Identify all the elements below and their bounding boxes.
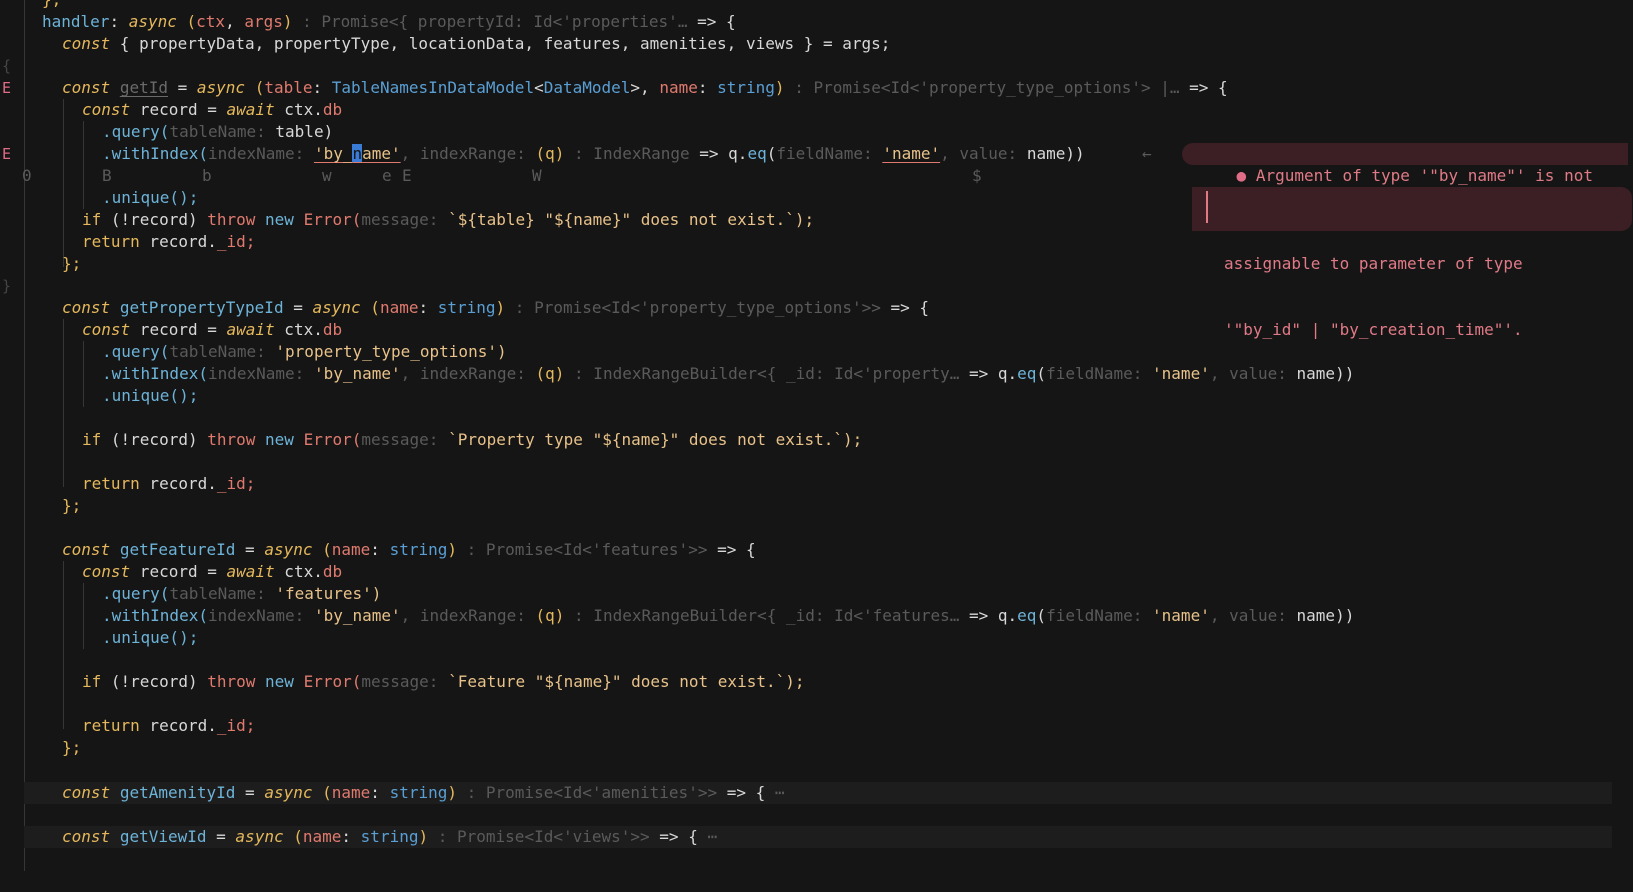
- code-text: .unique();: [102, 386, 199, 405]
- code-text: };: [62, 738, 82, 757]
- code-line[interactable]: return record._id;: [0, 473, 1612, 495]
- code-line[interactable]: {: [0, 55, 1612, 77]
- diagnostic-popup-continued[interactable]: assignable to parameter of type '"by_id"…: [1192, 187, 1632, 339]
- code-line[interactable]: .unique();: [0, 627, 1612, 649]
- code-text: };: [62, 496, 82, 515]
- code-text: const record = await ctx.db: [82, 562, 343, 581]
- gutter-fold-marker[interactable]: }: [0, 275, 22, 297]
- code-text: const getViewId = async (name: string) :…: [62, 827, 718, 846]
- jump-hint: W: [532, 166, 542, 185]
- code-line[interactable]: .query(tableName: table): [0, 121, 1612, 143]
- code-line[interactable]: }: [0, 275, 1612, 297]
- folded-code-line[interactable]: const getAmenityId = async (name: string…: [24, 782, 1612, 804]
- code-text: const getAmenityId = async (name: string…: [62, 783, 785, 802]
- motion-hints-line: 0 B b w e E W $: [0, 165, 1612, 187]
- folded-code-line[interactable]: const getViewId = async (name: string) :…: [24, 826, 1612, 848]
- code-text: .query(tableName: table): [102, 122, 334, 141]
- code-line[interactable]: return record._id;: [0, 231, 1612, 253]
- code-line[interactable]: E const getId = async (table: TableNames…: [0, 77, 1612, 99]
- code-line[interactable]: if (!record) throw new Error(message: `$…: [0, 209, 1180, 231]
- code-line[interactable]: };: [0, 737, 1612, 759]
- jump-hint: E: [402, 166, 412, 185]
- code-text: return record._id;: [82, 474, 256, 493]
- code-text: .unique();: [102, 628, 199, 647]
- code-line[interactable]: };: [0, 253, 1612, 275]
- jump-hint: B: [102, 166, 112, 185]
- code-text: .withIndex(indexName: 'by_name', indexRa…: [102, 364, 1355, 383]
- code-text: return record._id;: [82, 232, 256, 251]
- jump-hint: $: [972, 166, 982, 185]
- code-text: .query(tableName: 'features'): [102, 584, 382, 603]
- jump-hint: b: [202, 166, 212, 185]
- code-line[interactable]: };: [0, 495, 1612, 517]
- fold-ellipsis-icon: ⋯: [774, 783, 785, 802]
- diagnostic-bracket: [1206, 191, 1208, 223]
- code-text: const record = await ctx.db: [82, 100, 343, 119]
- jump-hint: w: [322, 166, 332, 185]
- code-line[interactable]: if (!record) throw new Error(message: `P…: [0, 429, 1612, 451]
- gutter-fold-marker[interactable]: {: [0, 55, 22, 77]
- code-text: .withIndex(indexName: 'by_name', indexRa…: [102, 144, 1085, 163]
- code-line[interactable]: .unique();: [0, 187, 1180, 209]
- code-line[interactable]: const record = await ctx.db: [0, 99, 1612, 121]
- code-text: return record._id;: [82, 716, 256, 735]
- code-line[interactable]: if (!record) throw new Error(message: `F…: [0, 671, 1612, 693]
- code-text: if (!record) throw new Error(message: `P…: [82, 430, 863, 449]
- back-arrow-icon: ←: [1142, 144, 1152, 163]
- code-line[interactable]: return record._id;: [0, 715, 1612, 737]
- code-text: const getFeatureId = async (name: string…: [62, 540, 756, 559]
- gutter-error-marker[interactable]: E: [0, 77, 22, 99]
- code-line[interactable]: .query(tableName: 'property_type_options…: [0, 341, 1612, 363]
- code-text: handler: async (ctx, args) : Promise<{ p…: [42, 12, 736, 31]
- diagnostic-popup[interactable]: ● Argument of type '"by_name"' is not: [1182, 143, 1628, 185]
- code-line[interactable]: .unique();: [0, 385, 1612, 407]
- code-text: const record = await ctx.db: [82, 320, 343, 339]
- code-line[interactable]: const record = await ctx.db: [0, 319, 1612, 341]
- jump-hint: 0: [22, 166, 32, 185]
- code-text: if (!record) throw new Error(message: `$…: [82, 210, 815, 229]
- code-line[interactable]: const record = await ctx.db: [0, 561, 1612, 583]
- code-text: .withIndex(indexName: 'by_name', indexRa…: [102, 606, 1355, 625]
- code-line[interactable]: .withIndex(indexName: 'by_name', indexRa…: [0, 605, 1612, 627]
- code-text: const getPropertyTypeId = async (name: s…: [62, 298, 930, 317]
- code-text: .query(tableName: 'property_type_options…: [102, 342, 507, 361]
- code-line[interactable]: .query(tableName: 'features'): [0, 583, 1612, 605]
- jump-hint: e: [382, 166, 392, 185]
- code-editor[interactable]: }, handler: async (ctx, args) : Promise<…: [0, 0, 1633, 871]
- text-cursor: n: [352, 144, 363, 163]
- code-text: const { propertyData, propertyType, loca…: [62, 34, 891, 53]
- code-line[interactable]: },: [0, 0, 1612, 11]
- code-line[interactable]: const { propertyData, propertyType, loca…: [0, 33, 1612, 55]
- code-text: if (!record) throw new Error(message: `F…: [82, 672, 805, 691]
- code-text: const getId = async (table: TableNamesIn…: [62, 78, 1228, 97]
- fold-ellipsis-icon: ⋯: [707, 827, 718, 846]
- code-line[interactable]: .withIndex(indexName: 'by_name', indexRa…: [0, 363, 1612, 385]
- code-line[interactable]: const getPropertyTypeId = async (name: s…: [0, 297, 1612, 319]
- gutter-error-marker[interactable]: E: [0, 143, 22, 165]
- code-line[interactable]: const getFeatureId = async (name: string…: [0, 539, 1612, 561]
- code-text: };: [62, 254, 82, 273]
- code-text: .unique();: [102, 188, 199, 207]
- code-line[interactable]: handler: async (ctx, args) : Promise<{ p…: [0, 11, 1612, 33]
- code-text: },: [42, 0, 61, 11]
